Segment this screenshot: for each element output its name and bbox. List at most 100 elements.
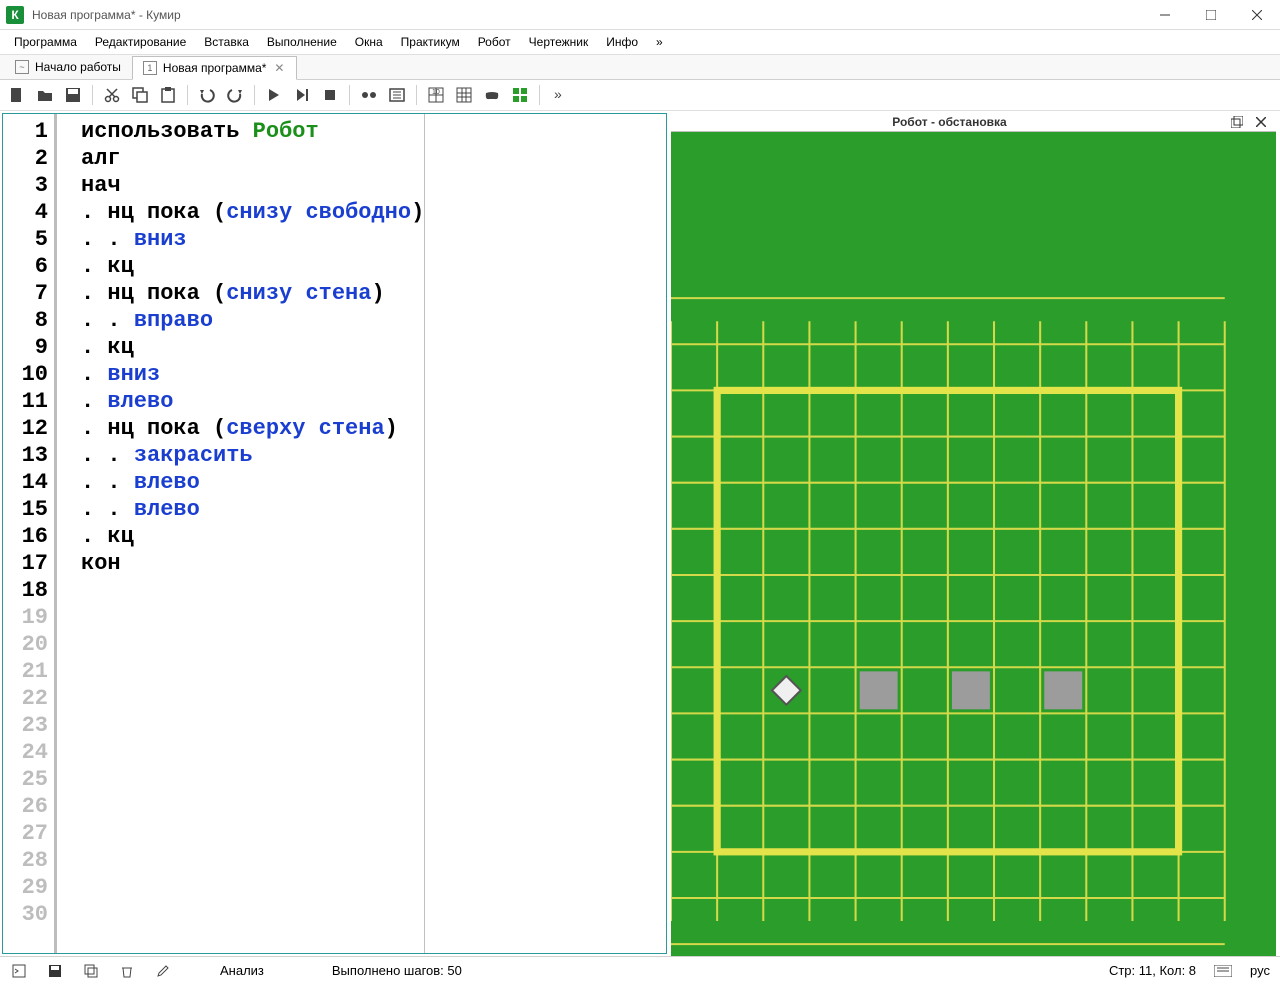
open-icon[interactable] bbox=[34, 84, 56, 106]
menubar: ПрограммаРедактированиеВставкаВыполнение… bbox=[0, 30, 1280, 55]
minimize-button[interactable] bbox=[1142, 0, 1188, 30]
line-number: 18 bbox=[3, 577, 48, 604]
code-line[interactable]: . кц bbox=[81, 253, 424, 280]
robot-field[interactable] bbox=[671, 132, 1276, 956]
code-line[interactable]: использовать Робот bbox=[81, 118, 424, 145]
cut-icon[interactable] bbox=[101, 84, 123, 106]
robot-close-icon[interactable] bbox=[1252, 113, 1270, 131]
app-icon: К bbox=[6, 6, 24, 24]
painted-cell bbox=[860, 671, 898, 709]
sb-terminal-icon[interactable] bbox=[10, 962, 28, 980]
status-cursor: Стр: 11, Кол: 8 bbox=[1109, 963, 1196, 978]
menu-робот[interactable]: Робот bbox=[470, 32, 519, 52]
line-number: 16 bbox=[3, 523, 48, 550]
gamepad-icon[interactable] bbox=[481, 84, 503, 106]
line-number: 11 bbox=[3, 388, 48, 415]
grid2-icon[interactable] bbox=[453, 84, 475, 106]
close-button[interactable] bbox=[1234, 0, 1280, 30]
stop-icon[interactable] bbox=[319, 84, 341, 106]
sb-keyboard-icon[interactable] bbox=[1214, 962, 1232, 980]
grid1-icon[interactable]: 10 bbox=[425, 84, 447, 106]
code-line[interactable]: . вниз bbox=[81, 361, 424, 388]
sb-delete-icon[interactable] bbox=[118, 962, 136, 980]
more-icon[interactable]: » bbox=[548, 84, 570, 106]
code-line[interactable]: . . закрасить bbox=[81, 442, 424, 469]
line-number: 17 bbox=[3, 550, 48, 577]
tab-close-icon[interactable]: ✕ bbox=[272, 61, 286, 75]
line-number: 8 bbox=[3, 307, 48, 334]
code-line[interactable]: кон bbox=[81, 550, 424, 577]
line-number: 28 bbox=[3, 847, 48, 874]
breakpoint-icon[interactable] bbox=[358, 84, 380, 106]
step-icon[interactable] bbox=[291, 84, 313, 106]
menu-инфо[interactable]: Инфо bbox=[598, 32, 646, 52]
line-number: 19 bbox=[3, 604, 48, 631]
workspace: 1234567891011121314151617181920212223242… bbox=[0, 111, 1280, 956]
sb-copy-icon[interactable] bbox=[82, 962, 100, 980]
code-line[interactable]: . . влево bbox=[81, 496, 424, 523]
sb-edit-icon[interactable] bbox=[154, 962, 172, 980]
code-line[interactable]: . . вправо bbox=[81, 307, 424, 334]
toolbar-separator bbox=[254, 85, 255, 105]
redo-icon[interactable] bbox=[224, 84, 246, 106]
code-line[interactable]: . нц пока (снизу свободно) bbox=[81, 199, 424, 226]
robot-header: Робот - обстановка bbox=[671, 113, 1276, 132]
line-number: 23 bbox=[3, 712, 48, 739]
editor-side-pane bbox=[425, 114, 666, 953]
painted-cell bbox=[952, 671, 990, 709]
line-number: 1 bbox=[3, 118, 48, 145]
code-line[interactable]: . нц пока (сверху стена) bbox=[81, 415, 424, 442]
grid-plus-icon[interactable] bbox=[509, 84, 531, 106]
code-line[interactable]: . кц bbox=[81, 334, 424, 361]
menu-выполнение[interactable]: Выполнение bbox=[259, 32, 345, 52]
line-number: 27 bbox=[3, 820, 48, 847]
line-number: 22 bbox=[3, 685, 48, 712]
menu-практикум[interactable]: Практикум bbox=[393, 32, 468, 52]
line-number: 9 bbox=[3, 334, 48, 361]
svg-text:»: » bbox=[554, 86, 562, 102]
menu-»[interactable]: » bbox=[648, 32, 671, 52]
toolbar: 10 » bbox=[0, 80, 1280, 111]
line-number: 29 bbox=[3, 874, 48, 901]
code-line[interactable]: алг bbox=[81, 145, 424, 172]
undo-icon[interactable] bbox=[196, 84, 218, 106]
tab-Начало работы[interactable]: ~Начало работы bbox=[4, 55, 132, 79]
menu-окна[interactable]: Окна bbox=[347, 32, 391, 52]
line-number: 7 bbox=[3, 280, 48, 307]
tab-label: Начало работы bbox=[35, 60, 121, 74]
trace-icon[interactable] bbox=[386, 84, 408, 106]
code-line[interactable]: . нц пока (снизу стена) bbox=[81, 280, 424, 307]
menu-чертежник[interactable]: Чертежник bbox=[521, 32, 597, 52]
menu-вставка[interactable]: Вставка bbox=[196, 32, 257, 52]
code-line[interactable]: нач bbox=[81, 172, 424, 199]
line-number: 4 bbox=[3, 199, 48, 226]
tab-Новая программа*[interactable]: 1Новая программа*✕ bbox=[132, 56, 298, 80]
line-number: 2 bbox=[3, 145, 48, 172]
line-number: 12 bbox=[3, 415, 48, 442]
code-line[interactable]: . кц bbox=[81, 523, 424, 550]
line-number: 14 bbox=[3, 469, 48, 496]
paste-icon[interactable] bbox=[157, 84, 179, 106]
line-number: 15 bbox=[3, 496, 48, 523]
new-icon[interactable] bbox=[6, 84, 28, 106]
robot-maximize-icon[interactable] bbox=[1228, 113, 1246, 131]
titlebar: К Новая программа* - Кумир bbox=[0, 0, 1280, 30]
code-editor[interactable]: использовать Роботалгнач. нц пока (снизу… bbox=[57, 114, 425, 953]
code-line[interactable]: . . влево bbox=[81, 469, 424, 496]
code-line[interactable]: . . вниз bbox=[81, 226, 424, 253]
run-icon[interactable] bbox=[263, 84, 285, 106]
copy-icon[interactable] bbox=[129, 84, 151, 106]
status-lang[interactable]: рус bbox=[1250, 963, 1270, 978]
menu-редактирование[interactable]: Редактирование bbox=[87, 32, 194, 52]
editor-section: 1234567891011121314151617181920212223242… bbox=[2, 113, 667, 954]
robot-panel: Робот - обстановка bbox=[671, 113, 1276, 954]
line-number: 24 bbox=[3, 739, 48, 766]
svg-text:10: 10 bbox=[432, 89, 440, 96]
maximize-button[interactable] bbox=[1188, 0, 1234, 30]
menu-программа[interactable]: Программа bbox=[6, 32, 85, 52]
statusbar: Анализ Выполнено шагов: 50 Стр: 11, Кол:… bbox=[0, 956, 1280, 984]
save-icon[interactable] bbox=[62, 84, 84, 106]
code-line[interactable]: . влево bbox=[81, 388, 424, 415]
sb-save-icon[interactable] bbox=[46, 962, 64, 980]
status-analysis: Анализ bbox=[220, 963, 264, 978]
